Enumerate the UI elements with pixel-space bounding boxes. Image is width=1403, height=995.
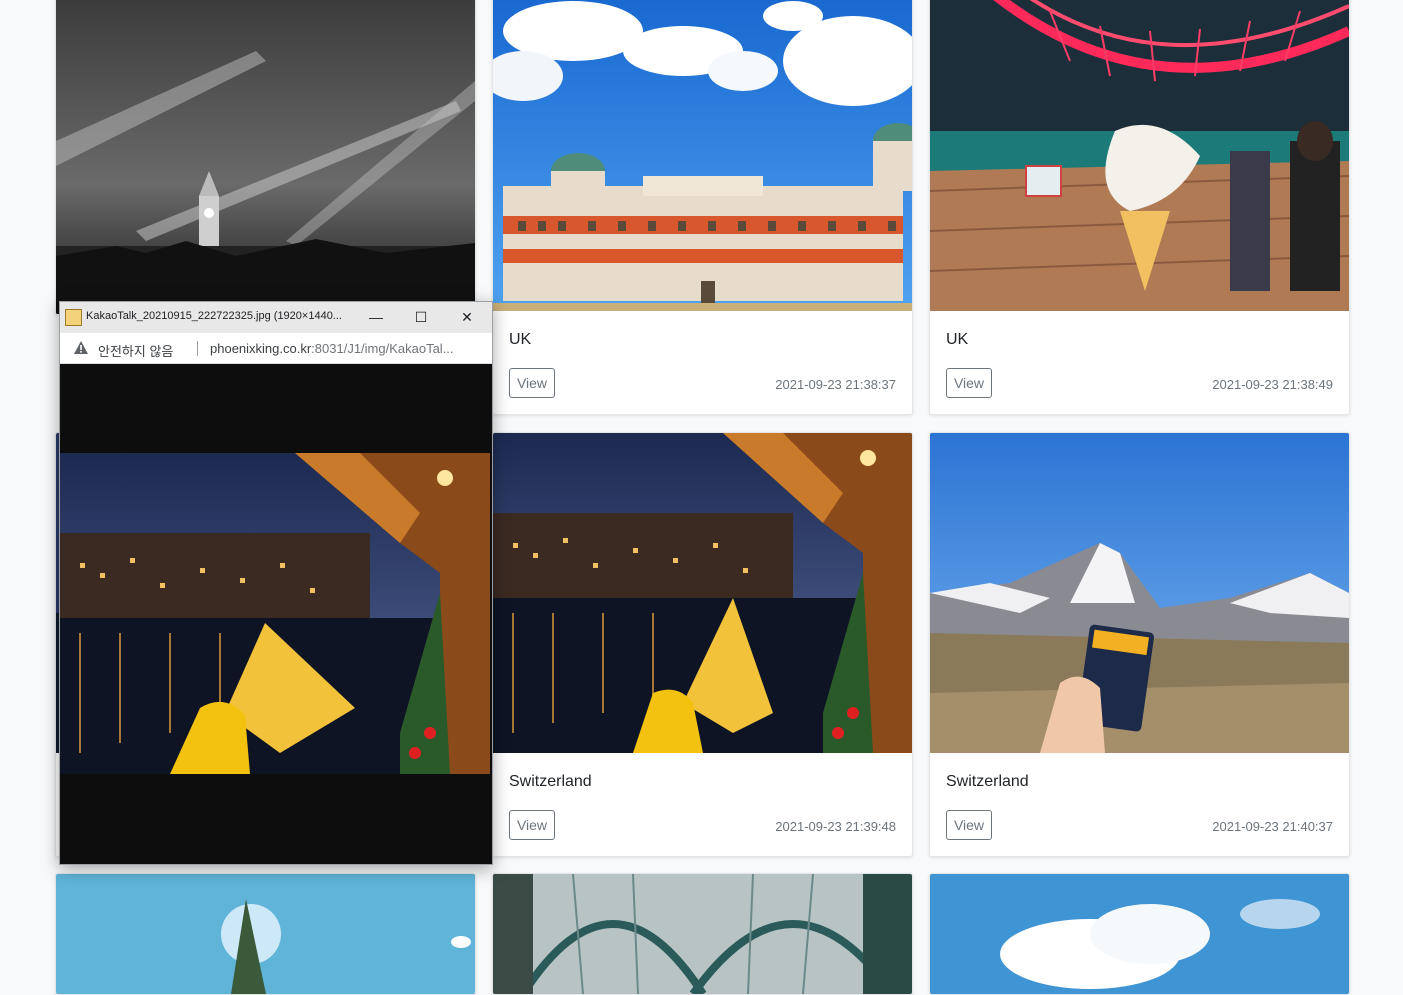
upload-timestamp: 2021-09-23 21:38:37 [775, 377, 896, 392]
photo-thumbnail[interactable] [493, 0, 912, 311]
url-text[interactable]: phoenixking.co.kr:8031/J1/img/KakaoTal..… [210, 341, 454, 356]
window-titlebar[interactable]: KakaoTalk_20210915_222722325.jpg (1920×1… [60, 302, 492, 334]
view-button[interactable]: View [509, 368, 555, 398]
address-bar[interactable]: 안전하지 않음 phoenixking.co.kr:8031/J1/img/Ka… [60, 333, 492, 364]
close-icon[interactable]: ✕ [454, 306, 480, 328]
url-path: :8031/J1/img/KakaoTal... [311, 341, 454, 356]
window-title: KakaoTalk_20210915_222722325.jpg (1920×1… [86, 310, 342, 322]
preview-image [60, 453, 490, 774]
image-preview-window[interactable]: KakaoTalk_20210915_222722325.jpg (1920×1… [59, 301, 493, 865]
card-title: UK [946, 331, 969, 348]
minimize-icon[interactable]: — [363, 306, 389, 328]
upload-timestamp: 2021-09-23 21:39:48 [775, 819, 896, 834]
photo-thumbnail[interactable] [493, 874, 912, 994]
card-title: Switzerland [946, 773, 1029, 790]
photo-card [929, 873, 1350, 995]
photo-card: Switzerland View 2021-09-23 21:40:37 [929, 432, 1350, 857]
photo-card: UK View 2021-09-23 21:38:49 [929, 0, 1350, 415]
photo-thumbnail[interactable] [493, 433, 912, 753]
photo-thumbnail[interactable] [930, 433, 1349, 753]
view-button[interactable]: View [946, 368, 992, 398]
url-host: phoenixking.co.kr [210, 341, 312, 356]
photo-thumbnail[interactable] [56, 874, 475, 994]
card-title: UK [509, 331, 532, 348]
photo-thumbnail[interactable] [930, 0, 1349, 311]
warning-icon [74, 341, 88, 354]
photo-card: UK View 2021-09-23 21:38:37 [492, 0, 913, 415]
upload-timestamp: 2021-09-23 21:40:37 [1212, 819, 1333, 834]
photo-card: Switzerland View 2021-09-23 21:39:48 [492, 432, 913, 857]
card-title: Switzerland [509, 773, 592, 790]
divider [197, 341, 198, 356]
upload-timestamp: 2021-09-23 21:38:49 [1212, 377, 1333, 392]
security-label[interactable]: 안전하지 않음 [98, 341, 173, 360]
photo-card [492, 873, 913, 995]
photo-card [55, 0, 476, 315]
view-button[interactable]: View [946, 810, 992, 840]
photo-card [55, 873, 476, 995]
photo-thumbnail[interactable] [56, 0, 475, 314]
view-button[interactable]: View [509, 810, 555, 840]
maximize-icon[interactable]: ☐ [408, 306, 434, 328]
photo-thumbnail[interactable] [930, 874, 1349, 994]
image-file-icon [65, 309, 82, 326]
